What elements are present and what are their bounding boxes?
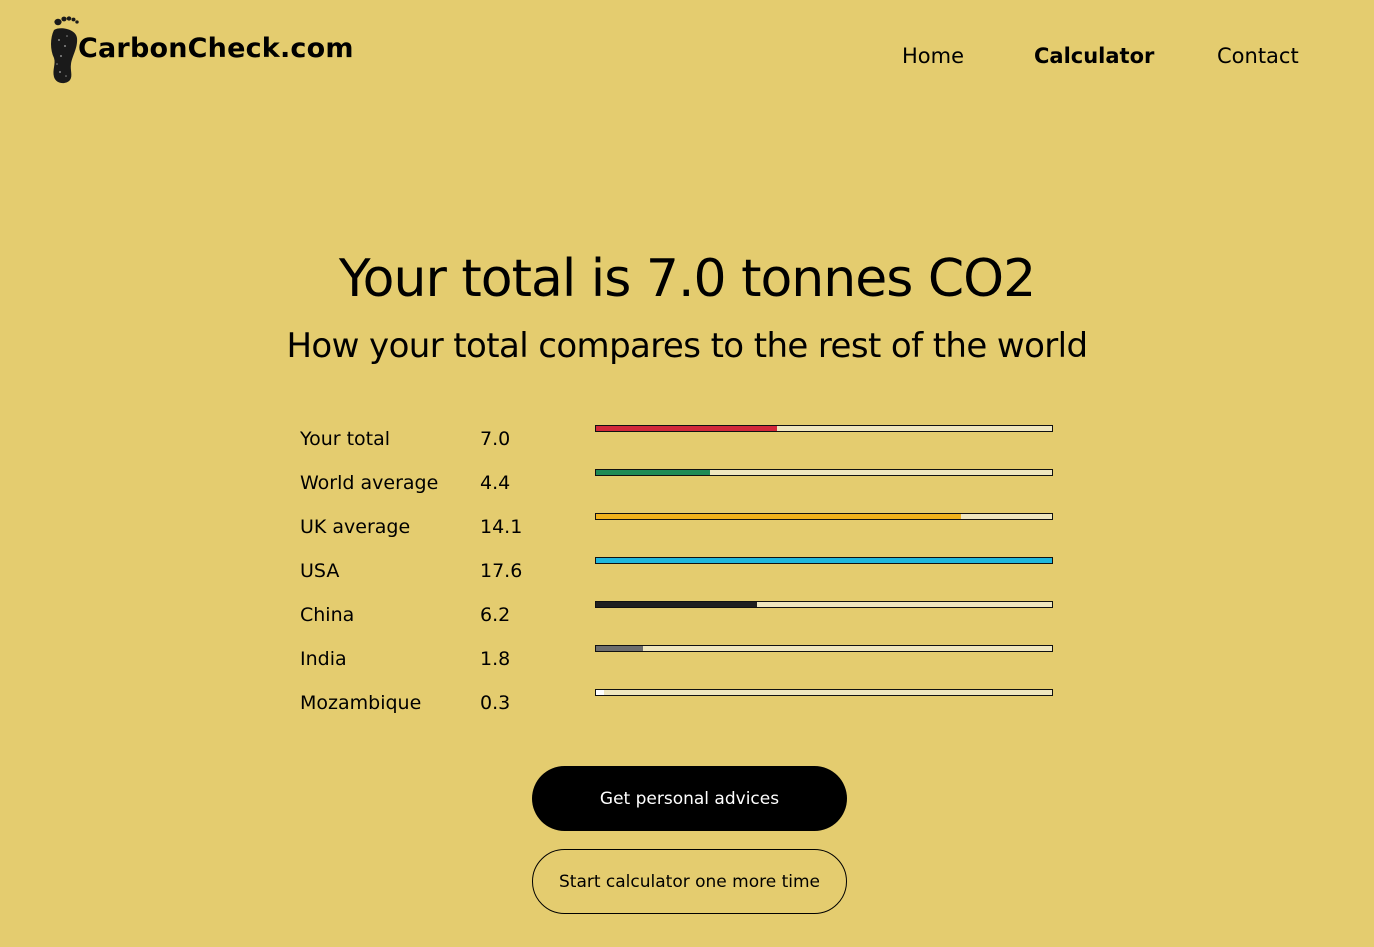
row-value: 14.1 (480, 516, 523, 538)
comparison-bar-fill (596, 558, 1052, 563)
comparison-bar (595, 689, 1053, 696)
comparison-bar (595, 469, 1053, 476)
comparison-bar-fill (596, 426, 778, 431)
comparison-bar (595, 601, 1053, 608)
restart-calculator-button[interactable]: Start calculator one more time (532, 849, 847, 914)
comparison-row-china: China 6.2 (300, 598, 1060, 642)
row-label: USA (300, 560, 340, 582)
comparison-bar (595, 425, 1053, 432)
main-nav: Home Calculator Contact (0, 44, 1374, 74)
row-value: 4.4 (480, 472, 511, 494)
comparison-bar (595, 513, 1053, 520)
comparison-row-uk-average: UK average 14.1 (300, 510, 1060, 554)
comparison-row-usa: USA 17.6 (300, 554, 1060, 598)
comparison-list: Your total 7.0 World average 4.4 UK aver… (300, 422, 1060, 730)
comparison-row-your-total: Your total 7.0 (300, 422, 1060, 466)
row-label: China (300, 604, 355, 626)
comparison-row-mozambique: Mozambique 0.3 (300, 686, 1060, 730)
row-label: World average (300, 472, 439, 494)
row-value: 7.0 (480, 428, 511, 450)
row-value: 17.6 (480, 560, 523, 582)
comparison-bar-fill (596, 602, 757, 607)
row-label: Your total (300, 428, 391, 450)
nav-home-link[interactable]: Home (902, 44, 964, 68)
get-advice-button[interactable]: Get personal advices (532, 766, 847, 831)
row-value: 0.3 (480, 692, 511, 714)
comparison-bar (595, 557, 1053, 564)
comparison-bar-fill (596, 690, 604, 695)
nav-calculator-link[interactable]: Calculator (1034, 44, 1154, 68)
comparison-bar-fill (596, 514, 962, 519)
comparison-bar (595, 645, 1053, 652)
row-value: 1.8 (480, 648, 511, 670)
row-label: Mozambique (300, 692, 422, 714)
row-label: UK average (300, 516, 411, 538)
row-value: 6.2 (480, 604, 511, 626)
nav-contact-link[interactable]: Contact (1217, 44, 1299, 68)
row-label: India (300, 648, 347, 670)
result-headline: Your total is 7.0 tonnes CO2 (338, 249, 1036, 309)
comparison-row-india: India 1.8 (300, 642, 1060, 686)
comparison-bar-fill (596, 646, 643, 651)
comparison-row-world-average: World average 4.4 (300, 466, 1060, 510)
comparison-bar-fill (596, 470, 710, 475)
result-subheadline: How your total compares to the rest of t… (286, 326, 1088, 366)
